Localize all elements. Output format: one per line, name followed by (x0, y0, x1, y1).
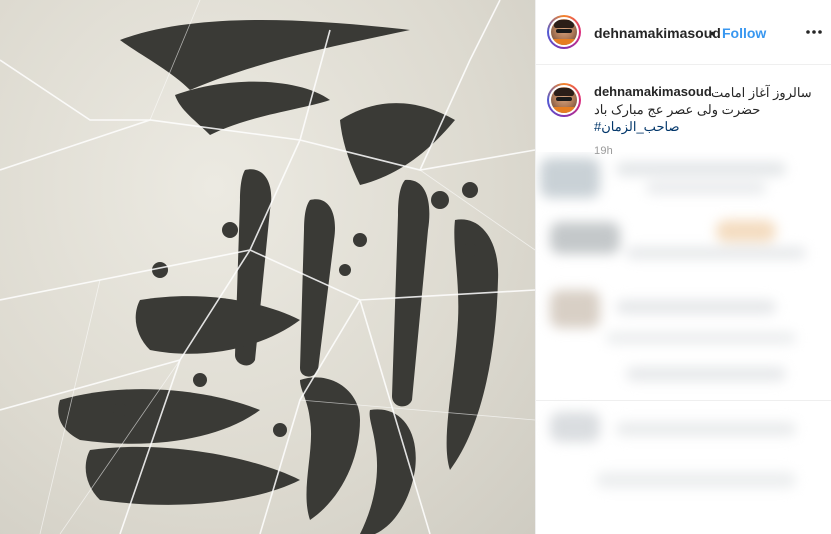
caption-text-line1: سالروز آغاز امامت (711, 85, 812, 100)
avatar[interactable] (547, 15, 581, 49)
post-image[interactable] (0, 0, 535, 534)
more-options-icon[interactable] (804, 24, 824, 40)
hashtag-link[interactable]: #صاحب_الزمان (594, 119, 679, 135)
follow-button[interactable]: Follow (722, 25, 766, 41)
calligraphy-artwork (0, 0, 535, 534)
avatar[interactable] (547, 83, 581, 117)
comments-blurred (536, 152, 831, 534)
separator-dot: • (710, 25, 715, 41)
caption-username[interactable]: dehnamakimasoud (594, 84, 712, 99)
divider (536, 400, 831, 401)
username-link[interactable]: dehnamakimasoud (594, 25, 721, 41)
post-header: dehnamakimasoud • Follow (536, 0, 831, 65)
post-sidebar: dehnamakimasoud • Follow dehnamakimasoud… (535, 0, 831, 534)
caption-text-line2: حضرت ولی عصر عج مبارک باد (594, 102, 761, 117)
